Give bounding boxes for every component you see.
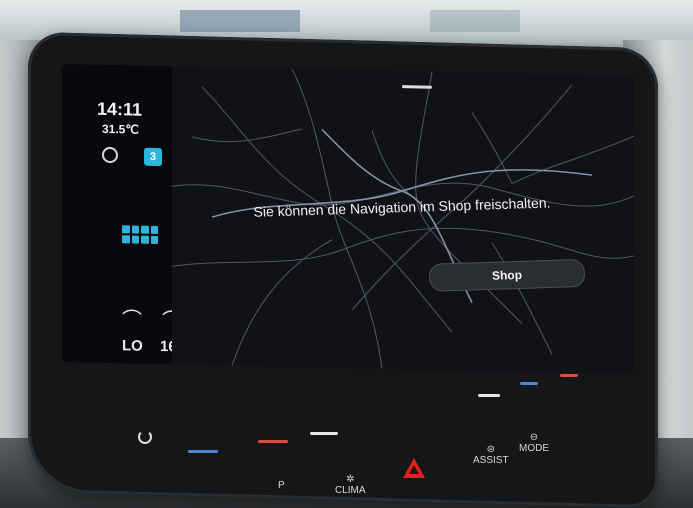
notification-badge[interactable]: 3 (144, 147, 162, 167)
climate-control-panel: P ✲ CLIMA ⊜ ASSIST ⊖ MODE (80, 372, 620, 496)
clock: 14:11 (97, 98, 143, 120)
globe-icon[interactable] (102, 146, 118, 164)
infotainment-screen: 14:11 31.5℃ 3 ⌒ ⌒ LO 16.0 (62, 64, 634, 374)
fan-strip[interactable] (310, 432, 338, 435)
background-shelf (180, 10, 300, 32)
left-temp-cool-strip[interactable] (188, 450, 218, 453)
mode-label: MODE (519, 443, 549, 454)
mode-icon[interactable]: ⊖ MODE (519, 432, 549, 454)
drag-handle[interactable] (402, 85, 432, 89)
defrost-strip[interactable] (478, 394, 500, 397)
left-temp-warm-strip[interactable] (258, 440, 288, 443)
parking-icon[interactable]: P (278, 480, 285, 491)
climate-icon[interactable]: ✲ CLIMA (335, 474, 366, 496)
assist-label: ASSIST (473, 455, 509, 466)
power-icon[interactable] (138, 430, 152, 444)
left-seat-temperature[interactable]: LO (122, 337, 143, 354)
assist-icon[interactable]: ⊜ ASSIST (473, 444, 509, 466)
shop-button[interactable]: Shop (428, 258, 586, 292)
seat-heat-icon[interactable] (122, 225, 158, 245)
outside-temperature: 31.5℃ (102, 121, 139, 137)
right-temp-warm-strip[interactable] (560, 374, 578, 377)
seat-left-icon[interactable]: ⌒ (122, 303, 142, 332)
climate-label: CLIMA (335, 485, 366, 496)
right-temp-cool-strip[interactable] (520, 382, 538, 385)
status-sidebar: 14:11 31.5℃ 3 ⌒ ⌒ LO 16.0 (62, 64, 189, 365)
background-shelf (430, 10, 520, 32)
hazard-icon[interactable] (403, 458, 425, 478)
